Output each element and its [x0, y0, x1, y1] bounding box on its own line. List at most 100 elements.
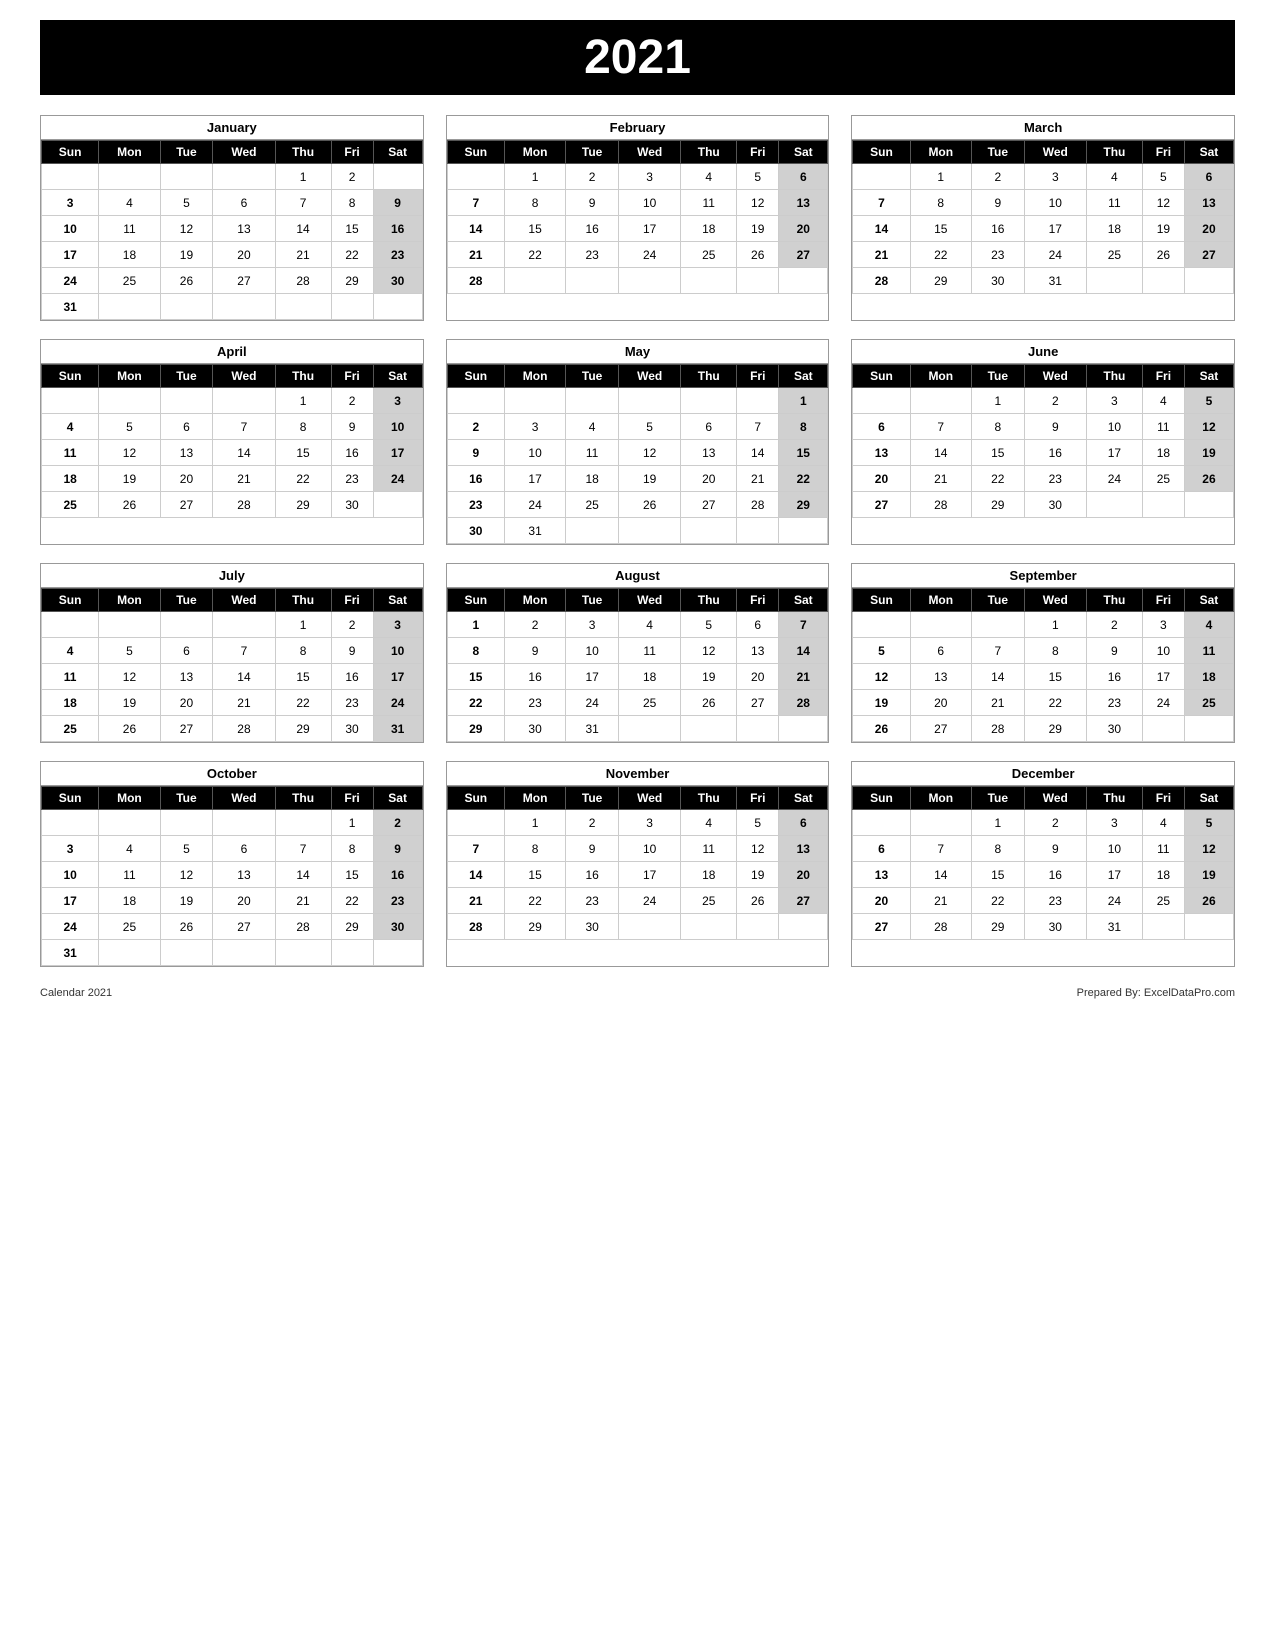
day-cell: 26	[99, 492, 160, 518]
day-header-sat: Sat	[1184, 365, 1233, 388]
day-cell: 20	[779, 862, 828, 888]
day-cell: 21	[853, 242, 910, 268]
day-cell: 13	[160, 440, 213, 466]
day-header-mon: Mon	[910, 141, 971, 164]
day-cell: 12	[681, 638, 737, 664]
table-row: 21222324252627	[447, 888, 828, 914]
table-row: 282930	[447, 914, 828, 940]
day-cell: 21	[447, 888, 504, 914]
day-cell: 22	[275, 690, 331, 716]
day-cell: 14	[275, 216, 331, 242]
table-row: 123456	[447, 164, 828, 190]
day-cell: 25	[1086, 242, 1142, 268]
day-cell: 15	[971, 440, 1024, 466]
day-cell: 1	[779, 388, 828, 414]
day-cell: 19	[99, 466, 160, 492]
day-header-sat: Sat	[373, 365, 422, 388]
day-cell: 9	[373, 836, 422, 862]
day-cell	[910, 810, 971, 836]
day-cell: 14	[910, 440, 971, 466]
day-cell: 11	[618, 638, 680, 664]
day-cell	[1184, 268, 1233, 294]
table-row: 78910111213	[447, 190, 828, 216]
day-cell: 25	[1142, 888, 1184, 914]
day-cell: 27	[779, 888, 828, 914]
day-cell: 17	[42, 888, 99, 914]
day-cell: 18	[1184, 664, 1233, 690]
day-header-tue: Tue	[971, 141, 1024, 164]
day-cell: 14	[853, 216, 910, 242]
day-cell	[971, 612, 1024, 638]
cal-table: SunMonTueWedThuFriSat1234567891011121314…	[41, 786, 423, 966]
day-cell: 2	[566, 810, 619, 836]
day-cell: 7	[213, 414, 275, 440]
day-cell: 8	[504, 190, 565, 216]
day-cell: 10	[1086, 414, 1142, 440]
day-cell: 4	[1142, 388, 1184, 414]
day-cell: 26	[737, 242, 779, 268]
day-cell	[99, 612, 160, 638]
day-cell: 27	[853, 492, 910, 518]
day-cell: 10	[618, 190, 680, 216]
day-cell: 20	[910, 690, 971, 716]
day-cell: 12	[618, 440, 680, 466]
day-cell: 23	[566, 242, 619, 268]
day-cell: 7	[447, 836, 504, 862]
day-cell: 18	[42, 466, 99, 492]
day-cell: 8	[275, 638, 331, 664]
day-cell: 10	[504, 440, 565, 466]
day-header-fri: Fri	[331, 787, 373, 810]
day-cell: 7	[275, 190, 331, 216]
day-header-tue: Tue	[160, 365, 213, 388]
table-row: 24252627282930	[42, 268, 423, 294]
day-cell: 9	[331, 638, 373, 664]
day-cell: 18	[1142, 862, 1184, 888]
day-header-sat: Sat	[779, 589, 828, 612]
day-header-thu: Thu	[1086, 787, 1142, 810]
day-header-wed: Wed	[618, 589, 680, 612]
day-cell: 23	[373, 242, 422, 268]
table-row: 13141516171819	[853, 862, 1234, 888]
day-cell: 30	[331, 716, 373, 742]
day-cell: 23	[504, 690, 565, 716]
day-cell: 12	[99, 440, 160, 466]
day-header-mon: Mon	[504, 365, 565, 388]
day-cell: 3	[618, 810, 680, 836]
day-cell	[42, 388, 99, 414]
day-cell: 13	[779, 836, 828, 862]
day-cell: 26	[1142, 242, 1184, 268]
day-cell: 9	[971, 190, 1024, 216]
day-cell: 17	[1142, 664, 1184, 690]
day-cell: 6	[160, 638, 213, 664]
day-cell: 8	[971, 836, 1024, 862]
day-header-fri: Fri	[737, 787, 779, 810]
day-cell: 20	[853, 888, 910, 914]
day-cell: 3	[1086, 810, 1142, 836]
day-header-sat: Sat	[779, 787, 828, 810]
day-cell: 22	[504, 242, 565, 268]
day-cell: 29	[971, 492, 1024, 518]
table-row: 567891011	[853, 638, 1234, 664]
day-cell: 24	[1086, 888, 1142, 914]
day-cell: 6	[213, 836, 275, 862]
day-cell	[681, 518, 737, 544]
day-cell: 16	[447, 466, 504, 492]
day-cell: 2	[447, 414, 504, 440]
day-cell: 1	[275, 388, 331, 414]
day-cell: 25	[42, 716, 99, 742]
day-cell: 23	[447, 492, 504, 518]
cal-table: SunMonTueWedThuFriSat1234567891011121314…	[41, 588, 423, 742]
day-cell: 4	[618, 612, 680, 638]
day-cell: 20	[1184, 216, 1233, 242]
day-cell: 16	[566, 216, 619, 242]
day-cell: 5	[853, 638, 910, 664]
day-cell: 28	[275, 914, 331, 940]
month-block-august: AugustSunMonTueWedThuFriSat1234567891011…	[446, 563, 830, 743]
day-cell: 19	[160, 242, 213, 268]
day-cell: 28	[447, 914, 504, 940]
day-cell: 7	[213, 638, 275, 664]
day-cell	[373, 492, 422, 518]
day-cell: 27	[160, 716, 213, 742]
calendars-grid: JanuarySunMonTueWedThuFriSat123456789101…	[40, 115, 1235, 967]
day-cell	[447, 164, 504, 190]
